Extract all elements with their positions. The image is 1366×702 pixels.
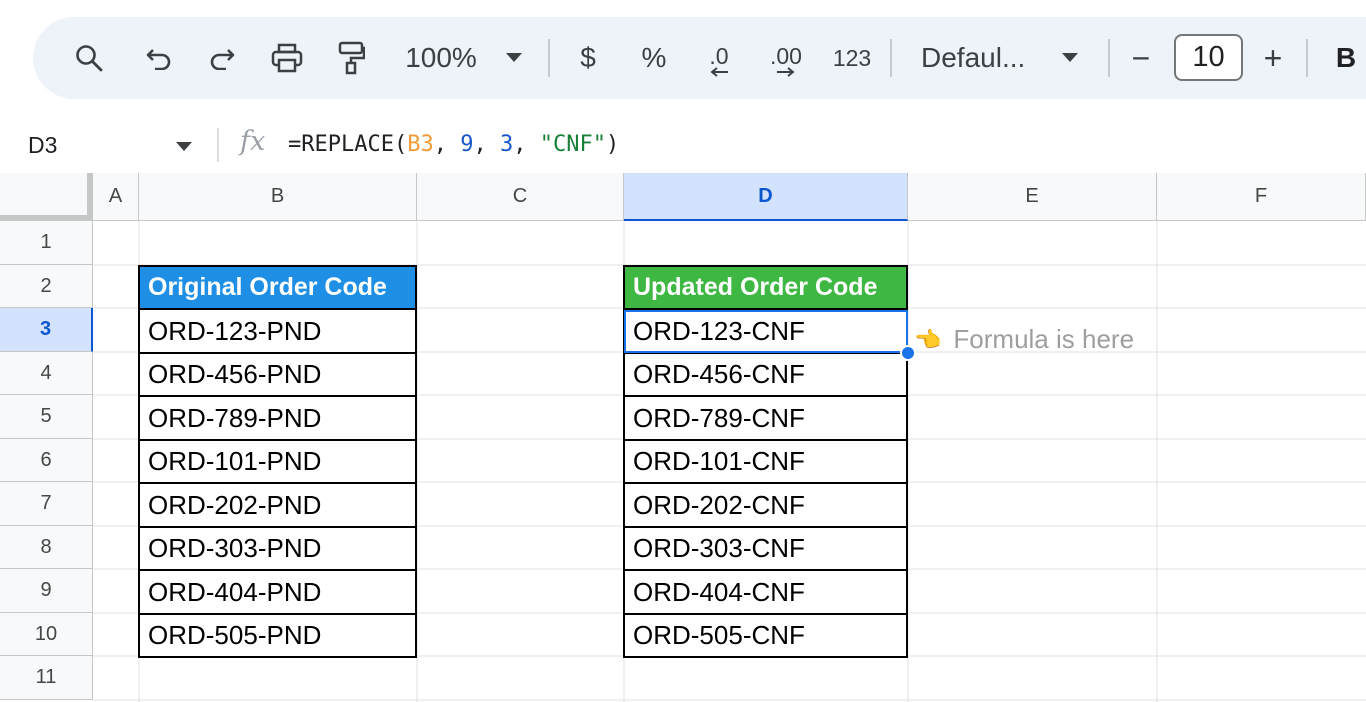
table-cell[interactable]: ORD-404-CNF (623, 571, 908, 615)
row-header-1[interactable]: 1 (0, 221, 93, 265)
formula-separator: , (513, 132, 540, 157)
formula-bar-divider (217, 128, 219, 162)
decrease-decimal-label: .0 (709, 43, 729, 69)
formula-input[interactable]: =REPLACE(B3, 9, 3, "CNF") (288, 132, 619, 157)
toolbar-divider (890, 39, 892, 77)
formula-separator: , (473, 132, 500, 157)
pointing-hand-icon: 👈 (914, 326, 942, 352)
table-cell[interactable]: ORD-123-CNF (623, 310, 908, 354)
table-cell[interactable]: ORD-505-PND (138, 615, 417, 658)
name-box[interactable]: D3 (28, 132, 57, 159)
currency-button[interactable]: $ (573, 17, 603, 99)
row-header-10[interactable]: 10 (0, 613, 93, 656)
table-cell[interactable]: ORD-789-CNF (623, 397, 908, 441)
more-formats-button[interactable]: 123 (827, 17, 877, 99)
percent-button[interactable]: % (639, 17, 669, 99)
table-cell[interactable]: ORD-202-CNF (623, 484, 908, 528)
undo-icon[interactable] (139, 17, 179, 99)
toolbar-divider (548, 39, 550, 77)
column-header-b[interactable]: B (139, 173, 417, 221)
row-header-7[interactable]: 7 (0, 482, 93, 526)
table-cell[interactable]: ORD-303-PND (138, 528, 417, 571)
table-cell[interactable]: ORD-303-CNF (623, 528, 908, 571)
table-cell[interactable]: ORD-789-PND (138, 397, 417, 441)
formula-separator: , (433, 132, 461, 157)
note-text: Formula is here (953, 324, 1135, 354)
font-size-input[interactable]: 10 (1174, 34, 1243, 81)
table-cell[interactable]: ORD-456-PND (138, 354, 417, 397)
toolbar: 100% $ % .0 .00 123 Defaul... − 10 + B (33, 17, 1366, 99)
increase-decimal-button[interactable]: .00 (761, 17, 811, 99)
increase-decimal-label: .00 (770, 43, 802, 69)
formula-start-number: 9 (460, 132, 474, 157)
decrease-font-size-button[interactable]: − (1126, 17, 1156, 99)
spreadsheet-grid: A B C D E F 1 2 3 4 5 6 7 8 9 10 11 Orig… (0, 173, 1366, 702)
table-cell[interactable]: ORD-101-PND (138, 441, 417, 484)
increase-font-size-button[interactable]: + (1258, 17, 1288, 99)
arrow-right-icon (777, 67, 795, 77)
column-header-f[interactable]: F (1157, 173, 1366, 221)
formula-function: =REPLACE( (288, 132, 408, 157)
column-header-a[interactable]: A (93, 173, 139, 221)
table-cell[interactable]: ORD-202-PND (138, 484, 417, 528)
column-header-c[interactable]: C (417, 173, 624, 221)
row-header-6[interactable]: 6 (0, 439, 93, 482)
table-cell[interactable]: ORD-404-PND (138, 571, 417, 615)
formula-replacement-string: "CNF" (539, 132, 606, 157)
zoom-select[interactable]: 100% (401, 17, 481, 99)
decrease-decimal-button[interactable]: .0 (697, 17, 741, 99)
row-header-4[interactable]: 4 (0, 352, 93, 395)
updated-order-code-header[interactable]: Updated Order Code (623, 265, 908, 310)
print-icon[interactable] (267, 17, 307, 99)
chevron-down-icon[interactable] (1059, 17, 1081, 99)
table-cell[interactable]: ORD-505-CNF (623, 615, 908, 658)
row-header-2[interactable]: 2 (0, 265, 93, 308)
select-all-corner[interactable] (0, 173, 93, 221)
table-cell[interactable]: ORD-456-CNF (623, 354, 908, 397)
search-icon[interactable] (69, 17, 109, 99)
column-header-d[interactable]: D (624, 173, 908, 221)
formula-bar: D3 fx =REPLACE(B3, 9, 3, "CNF") (0, 118, 1366, 173)
formula-length-number: 3 (499, 132, 514, 157)
font-select[interactable]: Defaul... (921, 17, 1037, 99)
chevron-down-icon[interactable] (503, 17, 525, 99)
row-header-8[interactable]: 8 (0, 526, 93, 569)
redo-icon[interactable] (202, 17, 242, 99)
formula-note: 👈 Formula is here (914, 318, 1134, 361)
column-header-e[interactable]: E (908, 173, 1157, 221)
formula-cell-reference: B3 (407, 132, 434, 157)
bold-button[interactable]: B (1333, 17, 1359, 99)
original-order-code-header[interactable]: Original Order Code (138, 265, 417, 310)
toolbar-divider (1108, 39, 1110, 77)
formula-close-paren: ) (605, 132, 620, 157)
row-header-5[interactable]: 5 (0, 395, 93, 439)
table-cell[interactable]: ORD-123-PND (138, 310, 417, 354)
arrow-left-icon (710, 67, 728, 77)
chevron-down-icon[interactable] (176, 139, 192, 157)
paint-format-icon[interactable] (331, 17, 371, 99)
row-header-9[interactable]: 9 (0, 569, 93, 613)
fx-icon: fx (240, 126, 266, 157)
row-header-11[interactable]: 11 (0, 656, 93, 700)
toolbar-divider (1306, 39, 1308, 77)
table-cell[interactable]: ORD-101-CNF (623, 441, 908, 484)
row-header-3[interactable]: 3 (0, 308, 93, 352)
